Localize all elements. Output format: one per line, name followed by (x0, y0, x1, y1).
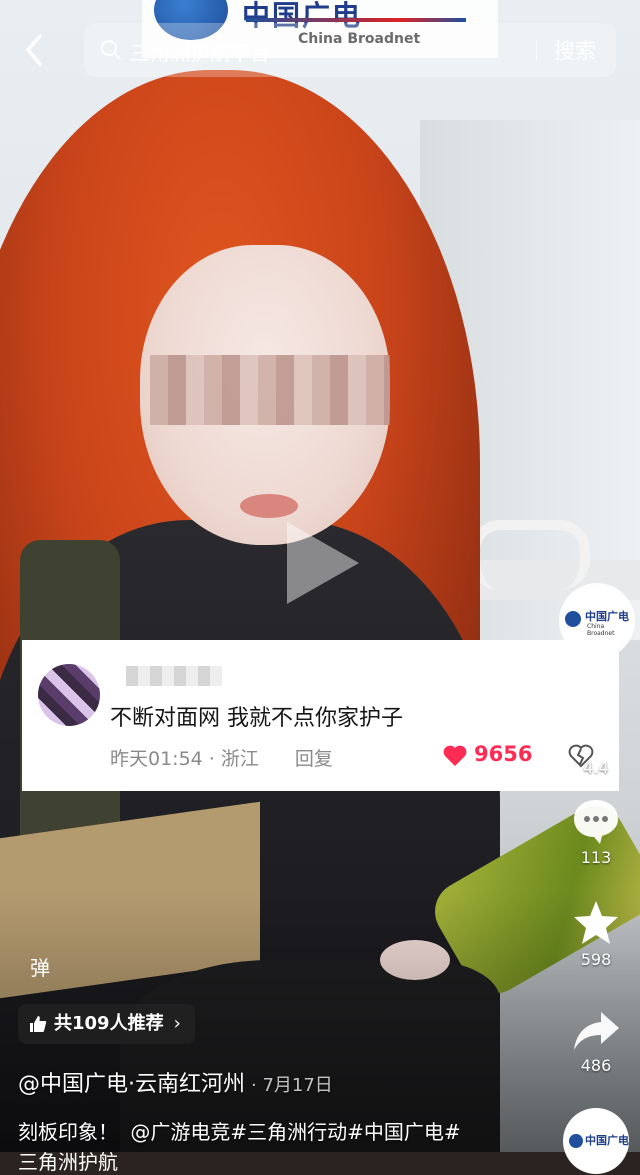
recommend-pill[interactable]: 共109人推荐 › (18, 1004, 195, 1044)
comment-meta: 昨天01:54 · 浙江 回复 (110, 744, 333, 771)
headset-prop (470, 520, 590, 590)
music-disc[interactable]: 中国广电 (563, 1108, 629, 1174)
video-caption: 刻板印象！ @广游电竞#三角洲行动#中国广电# (18, 1116, 461, 1145)
comment-text: 不断对面网 我就不点你家护子 (110, 706, 403, 731)
avatar-globe-icon (565, 611, 581, 627)
comment-count: 113 (580, 848, 612, 867)
reply-button[interactable]: 回复 (295, 748, 333, 770)
chevron-right-icon: › (173, 1013, 181, 1034)
search-icon (101, 40, 121, 60)
pixelated-eyes (150, 355, 390, 425)
caption-text: 刻板印象！ (18, 1120, 118, 1144)
favorite-button[interactable]: 598 (566, 898, 626, 969)
author-line[interactable]: @中国广电·云南红河州 · 7月17日 (18, 1066, 333, 1098)
comment-like-count: 9656 (474, 742, 533, 766)
play-icon[interactable] (283, 518, 363, 608)
brand-stripe (246, 18, 466, 22)
disc-brand-zh: 中国广电 (585, 1134, 629, 1147)
danmu-toggle[interactable]: 弹 (18, 948, 62, 988)
search-button[interactable]: 搜索 (554, 35, 596, 65)
avatar-brand-en: China Broadnet (587, 623, 615, 637)
favorite-count: 598 (580, 950, 612, 969)
search-bar[interactable]: 三角洲护航平台 搜索 (84, 23, 616, 77)
like-count-row: 4.4 (566, 756, 626, 777)
caption-mention[interactable]: @广游电竞 (130, 1120, 230, 1144)
recommend-label: 共109人推荐 (54, 1013, 164, 1034)
comment-card[interactable]: 不断对面网 我就不点你家护子 昨天01:54 · 浙江 回复 9656 (22, 640, 619, 791)
like-count: 4.4 (583, 758, 609, 777)
commenter-avatar[interactable] (38, 664, 100, 726)
like-button[interactable] (566, 696, 626, 742)
chevron-left-icon (26, 34, 42, 66)
share-button[interactable]: 486 (566, 1008, 626, 1075)
caption-second-line: 三角洲护航 (18, 1150, 118, 1174)
person-lips (240, 494, 298, 518)
thumbs-up-icon (30, 1016, 47, 1032)
caption-hashtag[interactable]: #中国广电# (347, 1120, 461, 1144)
commenter-name-blurred[interactable] (126, 666, 222, 686)
disc-globe-icon (569, 1134, 583, 1148)
star-icon (574, 901, 618, 944)
author-name[interactable]: @中国广电·云南红河州 (18, 1072, 245, 1097)
heart-filled-icon[interactable] (442, 744, 468, 768)
post-date: · 7月17日 (251, 1075, 333, 1096)
back-button[interactable] (20, 32, 50, 68)
comment-button[interactable]: 113 (566, 796, 626, 867)
comment-time: 昨天01:54 · 浙江 (110, 748, 259, 770)
heart-icon (573, 698, 619, 738)
avatar-brand-zh: 中国广电 (585, 610, 629, 623)
comment-bubble-icon (574, 800, 618, 844)
search-input[interactable]: 三角洲护航平台 (130, 37, 270, 66)
search-divider (536, 39, 537, 61)
caption-hashtag[interactable]: #三角洲行动 (230, 1120, 347, 1144)
share-count: 486 (580, 1056, 612, 1075)
share-arrow-icon (574, 1012, 619, 1050)
